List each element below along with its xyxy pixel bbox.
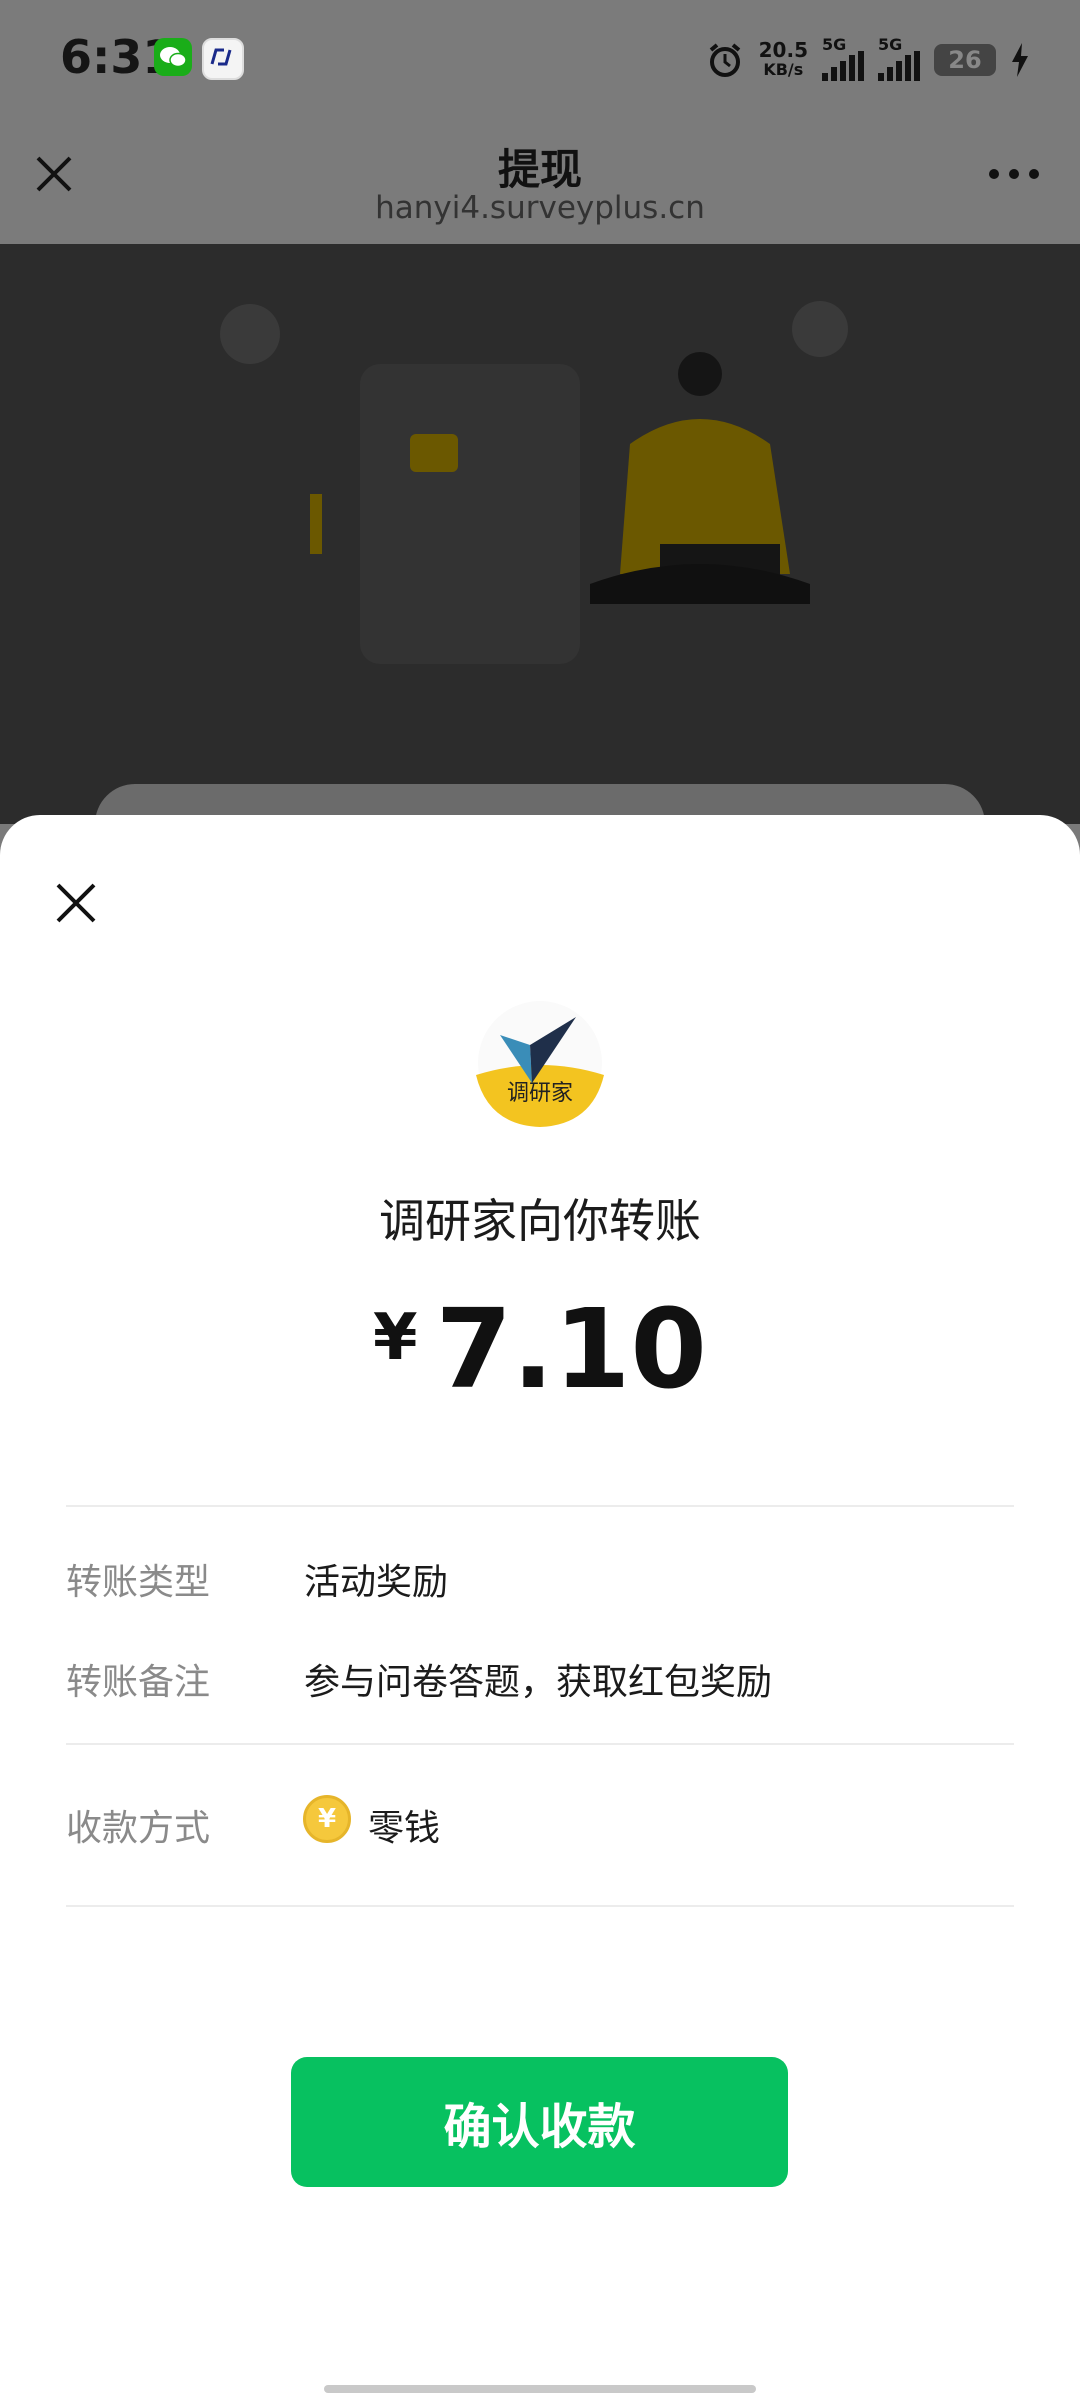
background-illustration (0, 244, 1080, 824)
page-title: 提现 (497, 145, 582, 194)
more-options-icon[interactable] (984, 164, 1044, 184)
logo-text: 调研家 (507, 1081, 573, 1106)
divider (66, 1905, 1014, 1907)
network-speed: 20.5 KB/s (759, 40, 808, 80)
transfer-note-label: 转账备注 (66, 1662, 211, 1703)
battery-indicator: 26 (934, 44, 996, 76)
page-url: hanyi4.surveyplus.cn (375, 190, 705, 226)
page-header: 提现 hanyi4.surveyplus.cn (0, 120, 1080, 244)
confirm-receive-button[interactable]: 确认收款 (291, 2057, 788, 2187)
signal-label: 5G (822, 35, 847, 54)
coin-icon: ¥ (303, 1795, 351, 1843)
alarm-icon (709, 43, 740, 77)
divider (66, 1505, 1014, 1507)
close-icon[interactable] (48, 875, 104, 931)
amount-value: 7.10 (435, 1285, 707, 1413)
coin-currency: ¥ (317, 1804, 337, 1834)
transfer-type-value: 活动奖励 (304, 1562, 449, 1603)
currency-symbol: ¥ (373, 1301, 418, 1375)
divider (66, 1743, 1014, 1745)
charging-icon (1012, 43, 1028, 77)
status-bar: 6:31 20.5 KB/s 5G 5G 26 (0, 0, 1080, 120)
network-speed-value: 20.5 (758, 38, 808, 62)
receive-method-value: 零钱 (368, 1808, 441, 1849)
app-notification-icon (202, 38, 244, 80)
signal-icon: 5G (822, 35, 864, 81)
survey-logo: 调研家 (476, 1001, 604, 1127)
signal-icon: 5G (878, 35, 920, 81)
transfer-amount: ¥7.10 (0, 1285, 1080, 1413)
transfer-sheet: 调研家 调研家向你转账 ¥7.10 转账类型 活动奖励 转账备注 参与问卷答题，… (0, 815, 1080, 2400)
illustration-image (220, 301, 848, 664)
receive-method-label: 收款方式 (66, 1808, 211, 1849)
network-speed-unit: KB/s (763, 60, 804, 79)
transfer-type-label: 转账类型 (66, 1562, 211, 1603)
home-indicator[interactable] (324, 2385, 756, 2393)
signal-label: 5G (878, 35, 903, 54)
payer-text: 调研家向你转账 (379, 1194, 701, 1248)
wechat-notification-icon (154, 38, 192, 76)
transfer-note-value: 参与问卷答题，获取红包奖励 (304, 1662, 773, 1703)
